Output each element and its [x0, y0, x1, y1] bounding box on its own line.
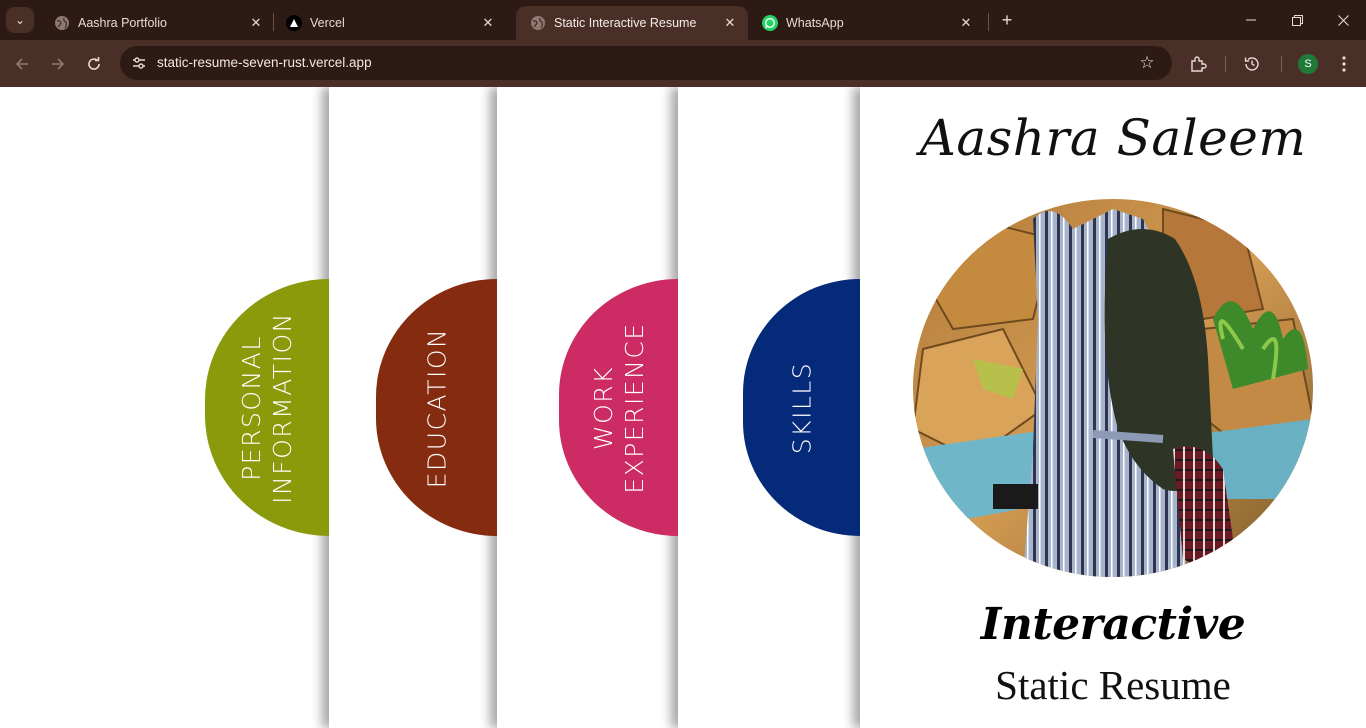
close-tab-icon[interactable]: ✕ — [722, 15, 738, 31]
profile-photo — [913, 199, 1313, 577]
close-tab-icon[interactable]: ✕ — [248, 15, 264, 31]
extensions-icon[interactable] — [1186, 52, 1210, 76]
restore-icon — [1291, 14, 1303, 26]
toolbar-separator — [1225, 56, 1226, 72]
more-menu-icon[interactable] — [1332, 52, 1356, 76]
tagline-static-resume: Static Resume — [995, 662, 1231, 708]
vercel-triangle-icon — [286, 15, 302, 31]
tab-search-button[interactable]: ⌄ — [6, 7, 34, 33]
tab-separator — [988, 13, 989, 31]
reload-button[interactable] — [81, 51, 107, 77]
toolbar-separator — [1281, 56, 1282, 72]
forward-button[interactable] — [45, 51, 71, 77]
globe-icon — [530, 15, 546, 31]
back-button[interactable] — [9, 51, 35, 77]
tagline-interactive: Interactive — [980, 599, 1246, 650]
close-tab-icon[interactable]: ✕ — [958, 15, 974, 31]
tab-static-interactive-resume[interactable]: Static Interactive Resume ✕ — [516, 6, 748, 40]
section-label: Skills — [787, 361, 816, 454]
chevron-down-icon: ⌄ — [14, 13, 26, 27]
tab-whatsapp[interactable]: WhatsApp ✕ — [748, 6, 984, 40]
section-label: Work Experience — [588, 321, 649, 494]
url-text: static-resume-seven-rust.vercel.app — [157, 55, 372, 70]
restore-button[interactable] — [1274, 6, 1320, 34]
tab-title: Static Interactive Resume — [554, 16, 697, 30]
whatsapp-icon — [762, 15, 778, 31]
browser-toolbar: static-resume-seven-rust.vercel.app ☆ S — [0, 40, 1366, 87]
section-label: Education — [422, 327, 451, 488]
close-icon — [1337, 14, 1349, 26]
tab-title: Vercel — [310, 16, 345, 30]
bookmark-star-icon[interactable]: ☆ — [1136, 52, 1158, 74]
minimize-button[interactable] — [1228, 6, 1274, 34]
tab-title: WhatsApp — [786, 16, 844, 30]
reload-icon — [88, 57, 100, 70]
site-info-icon[interactable] — [128, 52, 150, 74]
tab-vercel[interactable]: Vercel ✕ — [272, 6, 506, 40]
address-bar[interactable]: static-resume-seven-rust.vercel.app ☆ — [120, 46, 1172, 80]
close-window-button[interactable] — [1320, 6, 1366, 34]
arrow-right-icon — [52, 58, 65, 70]
tab-strip: ⌄ Aashra Portfolio ✕ Vercel ✕ Static Int… — [0, 0, 1366, 40]
profile-avatar[interactable]: S — [1298, 54, 1318, 74]
globe-icon — [54, 15, 70, 31]
page-viewport: Personal Information Education Work Expe… — [0, 87, 1366, 728]
resume-owner-name: Aashra Saleem — [919, 109, 1307, 167]
close-tab-icon[interactable]: ✕ — [480, 15, 496, 31]
tab-aashra-portfolio[interactable]: Aashra Portfolio ✕ — [40, 6, 274, 40]
new-tab-button[interactable]: + — [996, 9, 1018, 31]
arrow-left-icon — [15, 58, 28, 70]
tab-title: Aashra Portfolio — [78, 16, 167, 30]
plus-icon: + — [1001, 9, 1013, 30]
history-icon[interactable] — [1240, 52, 1264, 76]
minimize-icon — [1246, 19, 1256, 21]
section-label: Personal Information — [237, 311, 297, 504]
